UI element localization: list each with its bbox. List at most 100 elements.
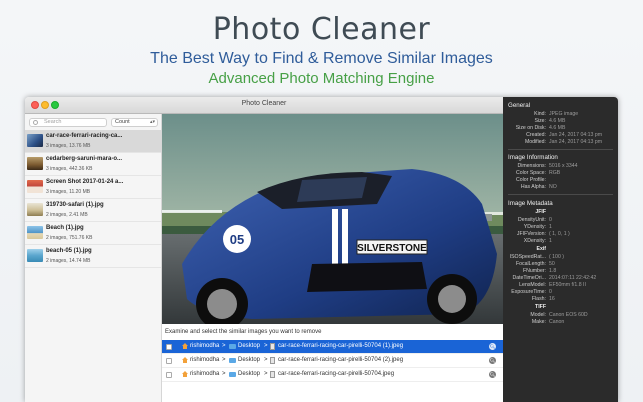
info-row: LensModel: EF50mm f/1.8 II xyxy=(503,282,618,289)
info-row: DateTimeOri... 2014:07:11 22:42:42 xyxy=(503,275,618,282)
group-meta: 3 images, 13.76 MB xyxy=(46,143,91,149)
folder-icon xyxy=(229,344,236,349)
info-key: Dimensions: xyxy=(517,163,546,169)
folder-label: Desktop xyxy=(238,357,261,363)
info-row: Color Profile: xyxy=(503,177,618,184)
sort-select[interactable]: Count ▴▾ xyxy=(111,118,158,127)
group-meta: 2 images, 2.41 MB xyxy=(46,212,88,218)
info-value: 4.6 MB xyxy=(549,125,566,131)
user-label: rishimodha xyxy=(190,343,220,349)
image-info-heading: Image Information xyxy=(508,154,558,161)
file-list: rishimodha > Desktop > car-race-ferrari-… xyxy=(162,340,503,382)
home-icon xyxy=(182,357,188,363)
info-key: LensModel: xyxy=(519,282,546,288)
info-key: Modified: xyxy=(524,139,546,145)
info-key: DensityUnit: xyxy=(518,217,546,223)
file-row[interactable]: rishimodha > Desktop > car-race-ferrari-… xyxy=(162,340,503,354)
info-key: Created: xyxy=(526,132,546,138)
list-item[interactable]: 319730-safari (1).jpg 2 images, 2.41 MB xyxy=(25,199,161,222)
photo-preview: SILVERSTONE 05 xyxy=(162,114,503,324)
file-checkbox[interactable] xyxy=(166,343,172,350)
info-key: YDensity: xyxy=(523,224,546,230)
jfif-heading: JFIF xyxy=(535,209,546,215)
hero-banner: Photo Cleaner The Best Way to Find & Rem… xyxy=(0,0,643,95)
info-value: Canon xyxy=(549,319,565,325)
list-item[interactable]: cedarberg-saruni-mara-o... 3 images, 442… xyxy=(25,153,161,176)
info-value: 1.8 xyxy=(549,268,557,274)
info-row: Dimensions: 5016 x 3344 xyxy=(503,163,618,170)
photo-banner-text: SILVERSTONE xyxy=(357,243,427,254)
info-row: Size: 4.6 MB xyxy=(503,118,618,125)
file-icon xyxy=(270,343,275,350)
folder-icon xyxy=(229,358,236,363)
info-key: ISOSpeedRat... xyxy=(509,254,546,260)
group-meta: 2 images, 751.76 KB xyxy=(46,235,93,241)
file-checkbox[interactable] xyxy=(166,357,172,364)
list-item[interactable]: car-race-ferrari-racing-ca... 3 images, … xyxy=(25,130,161,153)
info-key: DateTimeOri... xyxy=(512,275,546,281)
home-icon xyxy=(182,371,188,377)
group-meta: 3 images, 442.36 KB xyxy=(46,166,93,172)
search-input[interactable]: Search xyxy=(29,118,107,127)
thumbnail xyxy=(27,157,43,170)
window-title: Photo Cleaner xyxy=(241,100,287,107)
file-row[interactable]: rishimodha > Desktop > car-race-ferrari-… xyxy=(162,354,503,368)
subsection-row: TIFF xyxy=(503,304,618,311)
file-name: car-race-ferrari-racing-car-pirelli-5070… xyxy=(278,343,404,349)
group-meta: 2 images, 14.74 MB xyxy=(46,258,91,264)
subsection-row: JFIF xyxy=(503,209,618,216)
info-value: 1 xyxy=(549,238,552,244)
tiff-heading: TIFF xyxy=(535,304,546,310)
info-key: JFIFVersion: xyxy=(516,231,546,237)
folder-icon xyxy=(229,372,236,377)
reveal-in-finder-icon[interactable]: 🔍︎ xyxy=(489,371,496,378)
thumbnail xyxy=(27,180,43,193)
info-value: 0 xyxy=(549,289,552,295)
info-row: Make: Canon xyxy=(503,319,618,326)
file-row[interactable]: rishimodha > Desktop > car-race-ferrari-… xyxy=(162,368,503,382)
hero-tagline: Advanced Photo Matching Engine xyxy=(208,70,435,87)
car-number: 05 xyxy=(230,232,244,247)
info-key: Kind: xyxy=(534,111,546,117)
folder-label: Desktop xyxy=(238,371,261,377)
group-list: car-race-ferrari-racing-ca... 3 images, … xyxy=(25,130,161,268)
sidebar: Search Count ▴▾ car-race-ferrari-racing-… xyxy=(25,114,162,402)
list-item[interactable]: Beach (1).jpg 2 images, 751.76 KB xyxy=(25,222,161,245)
info-row: Has Alpha: NO xyxy=(503,184,618,191)
info-row: Model: Canon EOS 60D xyxy=(503,312,618,319)
file-checkbox[interactable] xyxy=(166,371,172,378)
reveal-in-finder-icon[interactable]: 🔍︎ xyxy=(489,343,496,350)
divider xyxy=(508,194,613,195)
path-separator: > xyxy=(264,343,268,349)
info-value: 0 xyxy=(549,217,552,223)
info-row: ISOSpeedRat...( 100 ) xyxy=(503,254,618,261)
info-key: FocalLength: xyxy=(516,261,546,267)
info-value: 1 xyxy=(549,224,552,230)
info-value: JPEG image xyxy=(549,111,579,117)
info-value: Jan 24, 2017 04:13 pm xyxy=(549,132,603,138)
info-value: 4.6 MB xyxy=(549,118,566,124)
user-label: rishimodha xyxy=(190,371,220,377)
reveal-in-finder-icon[interactable]: 🔍︎ xyxy=(489,357,496,364)
exif-heading: Exif xyxy=(536,246,546,252)
info-row: DensityUnit: 0 xyxy=(503,217,618,224)
metadata-heading: Image Metadata xyxy=(508,200,553,207)
list-item[interactable]: Screen Shot 2017-01-24 a... 3 images, 11… xyxy=(25,176,161,199)
info-key: FNumber: xyxy=(522,268,546,274)
group-name: cedarberg-saruni-mara-o... xyxy=(46,156,123,162)
path-separator: > xyxy=(222,343,226,349)
search-icon xyxy=(33,120,38,125)
group-name: car-race-ferrari-racing-ca... xyxy=(46,133,123,139)
thumbnail xyxy=(27,249,43,262)
home-icon xyxy=(182,343,188,349)
photo-preview-image: SILVERSTONE 05 xyxy=(162,114,503,324)
info-value: EF50mm f/1.8 II xyxy=(549,282,586,288)
info-row: Kind: JPEG image xyxy=(503,111,618,118)
info-value: 2014:07:11 22:42:42 xyxy=(549,275,597,281)
list-item[interactable]: beach-05 (1).jpg 2 images, 14.74 MB xyxy=(25,245,161,268)
app-window: Photo Cleaner Search Count ▴▾ car-race-f… xyxy=(25,97,618,402)
info-value: 5016 x 3344 xyxy=(549,163,578,169)
title-bar[interactable]: Photo Cleaner xyxy=(25,97,503,114)
search-placeholder: Search xyxy=(44,119,62,125)
info-value: 50 xyxy=(549,261,555,267)
